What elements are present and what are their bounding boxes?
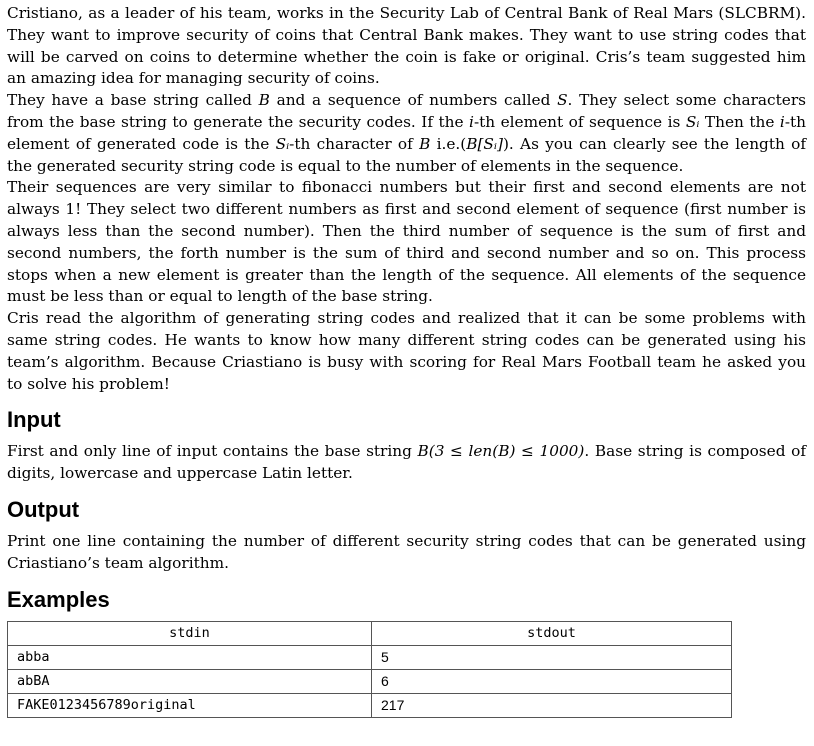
example-stdin: FAKE0123456789original [7, 692, 372, 718]
math-constraint: B(3 ≤ len(B) ≤ 1000) [417, 442, 585, 461]
table-row: FAKE0123456789original 217 [7, 692, 732, 718]
input-description: First and only line of input contains th… [7, 441, 806, 485]
example-stdin: abBA [7, 668, 372, 694]
text-fragment: -th character of [289, 134, 420, 153]
text-fragment: and a sequence of numbers called [269, 91, 558, 110]
column-header-stdout: stdout [371, 620, 732, 646]
text-fragment: Then the [699, 112, 780, 131]
math-expr-b-si: B[Sᵢ] [466, 134, 503, 153]
statement-paragraph-2: They have a base string called B and a s… [7, 90, 806, 177]
table-row: abba 5 [7, 644, 732, 670]
input-heading: Input [7, 407, 61, 433]
statement-paragraph-1: Cristiano, as a leader of his team, work… [7, 4, 806, 88]
example-stdout: 5 [371, 644, 732, 670]
math-var-si: Sᵢ [275, 134, 290, 153]
example-stdout: 217 [371, 692, 732, 718]
text-fragment: -th element of sequence is [473, 112, 686, 131]
examples-table: stdin stdout abba 5 abBA 6 FAKE012345678… [7, 620, 732, 718]
column-header-stdin: stdin [7, 620, 372, 646]
output-heading: Output [7, 496, 80, 522]
example-stdin: abba [7, 644, 372, 670]
statement-paragraph-3: Their sequences are very similar to fibo… [7, 178, 806, 306]
math-var-si: Sᵢ [685, 112, 700, 131]
math-var-b: B [258, 91, 270, 110]
example-stdout: 6 [371, 668, 732, 694]
text-fragment: i.e.( [430, 134, 467, 153]
math-var-b: B [419, 134, 431, 153]
examples-heading: Examples [7, 586, 110, 612]
table-row: abBA 6 [7, 668, 732, 694]
table-header-row: stdin stdout [7, 620, 732, 646]
statement-paragraph-4: Cris read the algorithm of generating st… [7, 309, 806, 393]
text-fragment: They have a base string called [7, 91, 259, 110]
problem-statement: Cristiano, as a leader of his team, work… [0, 0, 814, 718]
output-description: Print one line containing the number of … [7, 531, 806, 572]
math-var-s: S [557, 91, 568, 110]
text-fragment: First and only line of input contains th… [7, 442, 418, 461]
